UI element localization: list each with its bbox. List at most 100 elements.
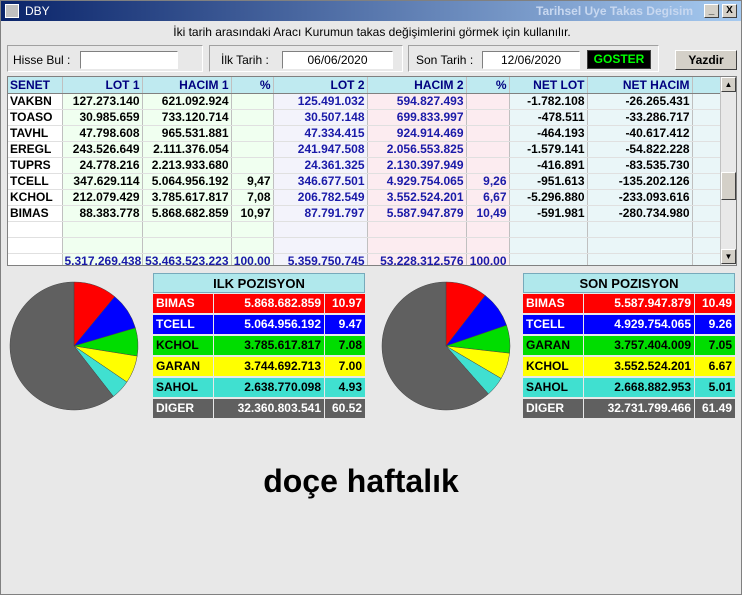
pozisyon-name: GARAN: [523, 336, 583, 355]
pozisyon-pct: 60.52: [325, 399, 365, 418]
pozisyon-row: DIGER 32.731.799.466 61.49: [523, 399, 735, 419]
pozisyon-value: 3.785.617.817: [214, 336, 324, 355]
table-cell: 47.334.415: [273, 125, 368, 142]
pozisyon-name: BIMAS: [153, 294, 213, 313]
table-row[interactable]: VAKBN 127.273.140 621.092.924 125.491.032 59…: [8, 93, 736, 110]
table-cell: 3.785.617.817: [142, 189, 232, 206]
table-cell: [509, 237, 588, 254]
pozisyon-row: TCELL 5.064.956.192 9.47: [153, 315, 365, 335]
pozisyon-pct: 7.00: [325, 357, 365, 376]
table-cell: TAVHL: [8, 125, 63, 142]
pozisyon-value: 3.552.524.201: [584, 357, 694, 376]
table-row[interactable]: TUPRS 24.778.216 2.213.933.680 24.361.325 2.…: [8, 157, 736, 174]
totals-cell: 100,00: [466, 253, 510, 265]
totals-cell: [587, 253, 693, 265]
table-cell: TCELL: [8, 173, 63, 190]
table-cell: 5.587.947.879: [367, 205, 467, 222]
table-cell: KCHOL: [8, 189, 63, 206]
table-cell: [231, 125, 274, 142]
pozisyon-pct: 61.49: [695, 399, 735, 418]
table-cell: [466, 93, 510, 110]
grid-vertical-scrollbar[interactable]: ▲ ▼: [720, 77, 736, 265]
table-cell: -1.579.141: [509, 141, 588, 158]
table-cell: 206.782.549: [273, 189, 368, 206]
takas-grid[interactable]: SENET LOT 1 HACIM 1 % LOT 2 HACIM 2 % NE…: [7, 76, 737, 266]
table-cell: 5.868.682.859: [142, 205, 232, 222]
table-cell: [62, 221, 143, 238]
totals-cell: 100,00: [231, 253, 274, 265]
pozisyon-pct: 10.97: [325, 294, 365, 313]
pozisyon-pct: 10.49: [695, 294, 735, 313]
table-cell: 3.552.524.201: [367, 189, 467, 206]
title-bar[interactable]: DBY Tarihsel Uye Takas Degisim _ X: [1, 1, 741, 21]
table-cell: 2.111.376.054: [142, 141, 232, 158]
table-cell: -951.613: [509, 173, 588, 190]
hisse-label: Hisse Bul :: [13, 53, 71, 67]
col-header-lot2[interactable]: LOT 2: [273, 77, 368, 94]
table-row[interactable]: EREGL 243.526.649 2.111.376.054 241.947.508…: [8, 141, 736, 158]
table-cell: BIMAS: [8, 205, 63, 222]
pozisyon-name: KCHOL: [153, 336, 213, 355]
table-cell: [231, 157, 274, 174]
scroll-down-arrow-icon[interactable]: ▼: [721, 249, 736, 264]
table-cell: -33.286.717: [587, 109, 693, 126]
pozisyon-pct: 5.01: [695, 378, 735, 397]
table-cell: [273, 237, 368, 254]
yazdir-button[interactable]: Yazdir: [675, 50, 737, 70]
table-cell: 2.130.397.949: [367, 157, 467, 174]
table-row[interactable]: KCHOL 212.079.429 3.785.617.817 7,08 206.782…: [8, 189, 736, 206]
table-row[interactable]: BIMAS 88.383.778 5.868.682.859 10,97 87.791.…: [8, 205, 736, 222]
table-cell: 88.383.778: [62, 205, 143, 222]
col-header-lot1[interactable]: LOT 1: [62, 77, 143, 94]
table-cell: 2.213.933.680: [142, 157, 232, 174]
table-cell: [231, 141, 274, 158]
table-cell: 212.079.429: [62, 189, 143, 206]
col-header-pct1[interactable]: %: [231, 77, 274, 94]
table-cell: -83.535.730: [587, 157, 693, 174]
table-cell: [466, 141, 510, 158]
goster-button[interactable]: GOSTER: [587, 50, 651, 69]
son-tarih-input[interactable]: 12/06/2020: [482, 51, 580, 69]
table-row-empty[interactable]: [8, 221, 736, 238]
hisse-search-input[interactable]: [80, 51, 178, 69]
pozisyon-pct: 9.47: [325, 315, 365, 334]
scroll-up-arrow-icon[interactable]: ▲: [721, 77, 736, 92]
table-cell: -1.782.108: [509, 93, 588, 110]
scroll-thumb[interactable]: [721, 172, 736, 200]
table-cell: [466, 237, 510, 254]
col-header-senet[interactable]: SENET: [8, 77, 63, 94]
pozisyon-row: KCHOL 3.552.524.201 6.67: [523, 357, 735, 377]
pozisyon-row: BIMAS 5.868.682.859 10.97: [153, 294, 365, 314]
table-row[interactable]: TCELL 347.629.114 5.064.956.192 9,47 346.677…: [8, 173, 736, 190]
table-cell: [231, 221, 274, 238]
col-header-pct2[interactable]: %: [466, 77, 510, 94]
main-window: DBY Tarihsel Uye Takas Degisim _ X İki t…: [0, 0, 742, 595]
pozisyon-value: 3.744.692.713: [214, 357, 324, 376]
pozisyon-pct: 7.08: [325, 336, 365, 355]
table-cell: TUPRS: [8, 157, 63, 174]
table-cell: -464.193: [509, 125, 588, 142]
minimize-button[interactable]: _: [704, 4, 719, 18]
col-header-net-lot[interactable]: NET LOT: [509, 77, 588, 94]
table-cell: -54.822.228: [587, 141, 693, 158]
table-cell: 733.120.714: [142, 109, 232, 126]
table-cell: -40.617.412: [587, 125, 693, 142]
table-row[interactable]: TAVHL 47.798.608 965.531.881 47.334.415 924.…: [8, 125, 736, 142]
caption-text: doçe haftalık: [263, 463, 459, 499]
table-cell: 47.798.608: [62, 125, 143, 142]
table-cell: [142, 221, 232, 238]
table-row-empty[interactable]: [8, 237, 736, 254]
pozisyon-value: 32.360.803.541: [214, 399, 324, 418]
col-header-net-hacim[interactable]: NET HACIM: [587, 77, 693, 94]
table-cell: 6,67: [466, 189, 510, 206]
pozisyon-name: BIMAS: [523, 294, 583, 313]
col-header-hacim2[interactable]: HACIM 2: [367, 77, 467, 94]
col-header-hacim1[interactable]: HACIM 1: [142, 77, 232, 94]
table-row[interactable]: TOASO 30.985.659 733.120.714 30.507.148 699.…: [8, 109, 736, 126]
table-cell: [142, 237, 232, 254]
pozisyon-value: 5.064.956.192: [214, 315, 324, 334]
close-button[interactable]: X: [722, 4, 737, 18]
pozisyon-row: GARAN 3.757.404.009 7.05: [523, 336, 735, 356]
ilk-tarih-input[interactable]: 06/06/2020: [282, 51, 393, 69]
table-header-row: SENET LOT 1 HACIM 1 % LOT 2 HACIM 2 % NE…: [8, 77, 736, 94]
